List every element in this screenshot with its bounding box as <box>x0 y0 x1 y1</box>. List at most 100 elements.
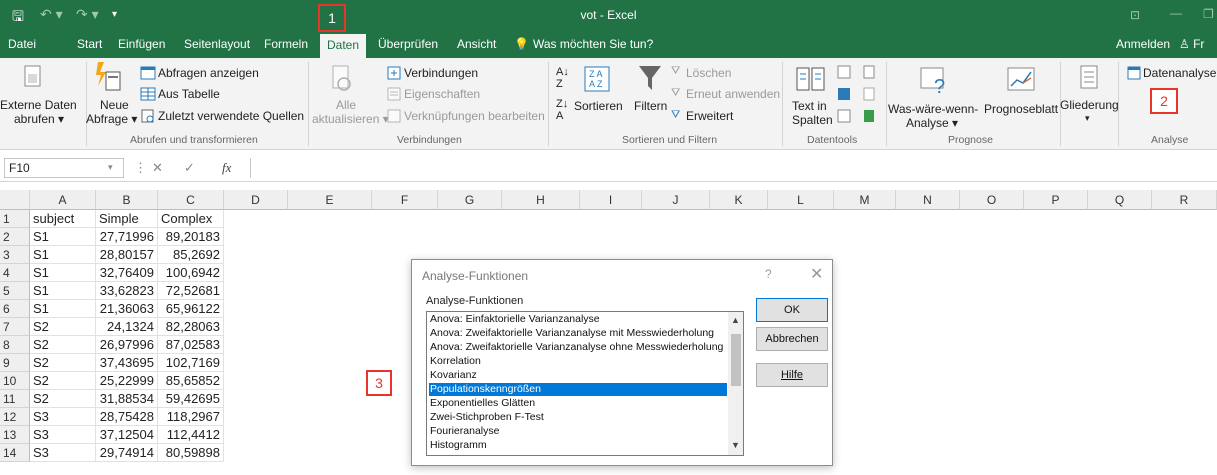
cell-b[interactable]: 29,74914 <box>96 444 158 462</box>
name-box[interactable]: F10 <box>4 158 124 178</box>
list-item[interactable]: Fourieranalyse <box>429 425 727 438</box>
column-header[interactable]: R <box>1152 190 1217 210</box>
text-in-spalten-button[interactable]: Text in <box>792 99 827 113</box>
cell-c[interactable]: 82,28063 <box>158 318 224 336</box>
cell-a[interactable]: S2 <box>30 372 96 390</box>
gliederung-dropdown-icon[interactable]: ▾ <box>1085 113 1090 124</box>
datenanalyse-button[interactable]: Datenanalyse <box>1143 66 1216 80</box>
signin-link[interactable]: Anmelden <box>1116 37 1170 51</box>
scroll-thumb[interactable] <box>731 334 741 386</box>
cell-b[interactable]: 28,75428 <box>96 408 158 426</box>
column-header[interactable]: E <box>288 190 372 210</box>
list-item[interactable]: Histogramm <box>429 439 727 452</box>
sortieren-button[interactable]: Sortieren <box>574 99 623 113</box>
externe-daten-button-line2[interactable]: abrufen ▾ <box>14 112 64 126</box>
row-header[interactable]: 8 <box>0 336 30 354</box>
sort-az-icon[interactable]: A↓ Z <box>556 66 569 90</box>
scroll-up-icon[interactable]: ▲ <box>731 315 740 325</box>
tab-einfuegen[interactable]: Einfügen <box>118 37 165 51</box>
column-header[interactable]: D <box>224 190 288 210</box>
column-header[interactable]: M <box>834 190 896 210</box>
abfragen-anzeigen-button[interactable]: Abfragen anzeigen <box>158 66 259 80</box>
tab-seitenlayout[interactable]: Seitenlayout <box>184 37 250 51</box>
row-header[interactable]: 7 <box>0 318 30 336</box>
prognoseblatt-button[interactable]: Prognoseblatt <box>984 102 1058 116</box>
tab-formeln[interactable]: Formeln <box>264 37 308 51</box>
row-header[interactable]: 6 <box>0 300 30 318</box>
column-header[interactable]: B <box>96 190 158 210</box>
alle-aktualisieren-button-line2[interactable]: aktualisieren ▾ <box>312 112 389 126</box>
cell-c[interactable]: 80,59898 <box>158 444 224 462</box>
cell-b[interactable]: 25,22999 <box>96 372 158 390</box>
help-icon[interactable]: ? <box>765 267 772 281</box>
row-header[interactable]: 2 <box>0 228 30 246</box>
close-icon[interactable]: ✕ <box>810 264 823 284</box>
list-item[interactable]: Anova: Einfaktorielle Varianzanalyse <box>429 313 727 326</box>
cell-a[interactable]: S1 <box>30 282 96 300</box>
cell-b[interactable]: 27,71996 <box>96 228 158 246</box>
was-waere-wenn-button-line2[interactable]: Analyse ▾ <box>906 116 958 130</box>
enter-icon[interactable]: ✓ <box>184 160 195 176</box>
list-item[interactable]: Exponentielles Glätten <box>429 397 727 410</box>
cell-c[interactable]: Complex <box>158 210 224 228</box>
cell-c[interactable]: 100,6942 <box>158 264 224 282</box>
column-header[interactable]: G <box>438 190 502 210</box>
cell-b[interactable]: 31,88534 <box>96 390 158 408</box>
cell-a[interactable]: S1 <box>30 264 96 282</box>
list-item[interactable]: Kovarianz <box>429 369 727 382</box>
loeschen-button[interactable]: Löschen <box>686 66 731 80</box>
tab-daten[interactable]: Daten <box>320 34 367 58</box>
help-button[interactable]: Hilfe <box>756 363 828 387</box>
filtern-button[interactable]: Filtern <box>634 99 667 113</box>
cell-b[interactable]: 26,97996 <box>96 336 158 354</box>
list-item[interactable]: Korrelation <box>429 355 727 368</box>
column-header[interactable]: J <box>642 190 710 210</box>
zuletzt-verwendete-quellen-button[interactable]: Zuletzt verwendete Quellen <box>158 109 304 123</box>
cell-a[interactable]: S2 <box>30 354 96 372</box>
column-header[interactable]: O <box>960 190 1024 210</box>
cell-a[interactable]: S2 <box>30 318 96 336</box>
cell-a[interactable]: S1 <box>30 300 96 318</box>
cancel-icon[interactable]: ✕ <box>152 160 163 176</box>
list-item[interactable]: Zwei-Stichproben F-Test <box>429 411 727 424</box>
cell-c[interactable]: 89,20183 <box>158 228 224 246</box>
row-header[interactable]: 9 <box>0 354 30 372</box>
cell-c[interactable]: 102,7169 <box>158 354 224 372</box>
cell-a[interactable]: S1 <box>30 228 96 246</box>
externe-daten-button[interactable]: Externe Daten <box>0 98 77 112</box>
tab-start[interactable]: Start <box>77 37 102 51</box>
verknuepfungen-bearbeiten-button[interactable]: Verknüpfungen bearbeiten <box>404 109 545 123</box>
cancel-button[interactable]: Abbrechen <box>756 327 828 351</box>
row-header[interactable]: 1 <box>0 210 30 228</box>
cell-b[interactable]: 37,12504 <box>96 426 158 444</box>
list-item[interactable]: Anova: Zweifaktorielle Varianzanalyse mi… <box>429 327 727 340</box>
row-header[interactable]: 13 <box>0 426 30 444</box>
cell-c[interactable]: 72,52681 <box>158 282 224 300</box>
column-header[interactable]: A <box>30 190 96 210</box>
tab-ansicht[interactable]: Ansicht <box>457 37 496 51</box>
cell-c[interactable]: 118,2967 <box>158 408 224 426</box>
row-header[interactable]: 3 <box>0 246 30 264</box>
column-header[interactable]: L <box>768 190 834 210</box>
ribbon-display-icon[interactable]: ⊡ <box>1130 8 1140 22</box>
text-in-spalten-button-line2[interactable]: Spalten <box>792 113 833 127</box>
cell-b[interactable]: 24,1324 <box>96 318 158 336</box>
tell-me-search[interactable]: Was möchten Sie tun? <box>533 37 653 51</box>
scroll-down-icon[interactable]: ▼ <box>731 440 740 450</box>
sort-za-icon[interactable]: Z↓ A <box>556 98 568 122</box>
column-header[interactable]: H <box>502 190 580 210</box>
cell-b[interactable]: 33,62823 <box>96 282 158 300</box>
analysis-tools-list[interactable]: Anova: Einfaktorielle Varianzanalyse Ano… <box>426 311 744 456</box>
cell-c[interactable]: 85,65852 <box>158 372 224 390</box>
row-header[interactable]: 14 <box>0 444 30 462</box>
share-button[interactable]: ♙ Fr <box>1179 37 1204 51</box>
fx-icon[interactable]: fx <box>222 160 231 176</box>
gliederung-button[interactable]: Gliederung <box>1060 98 1119 112</box>
alle-aktualisieren-button[interactable]: Alle <box>336 98 356 112</box>
cell-a[interactable]: S2 <box>30 390 96 408</box>
row-header[interactable]: 10 <box>0 372 30 390</box>
ok-button[interactable]: OK <box>756 298 828 322</box>
cell-c[interactable]: 112,4412 <box>158 426 224 444</box>
cell-b[interactable]: 32,76409 <box>96 264 158 282</box>
erweitert-button[interactable]: Erweitert <box>686 109 733 123</box>
